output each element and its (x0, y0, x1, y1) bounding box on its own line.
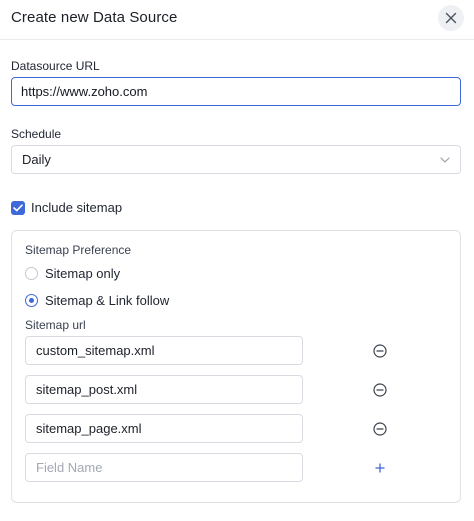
dialog-header: Create new Data Source (0, 0, 474, 40)
radio-sitemap-link-follow[interactable] (25, 294, 38, 307)
chevron-down-icon (440, 156, 450, 163)
include-sitemap-label: Include sitemap (31, 200, 123, 215)
include-sitemap-checkbox[interactable] (11, 200, 25, 215)
create-data-source-dialog: Create new Data Source Datasource URL Sc… (0, 0, 474, 521)
sitemap-preference-label: Sitemap Preference (25, 243, 132, 257)
radio-label-sitemap-link-follow: Sitemap & Link follow (45, 293, 170, 308)
new-sitemap-url-input[interactable] (25, 453, 303, 482)
radio-option-sitemap-only[interactable]: Sitemap only (25, 266, 120, 281)
datasource-url-input[interactable] (11, 77, 461, 106)
radio-label-sitemap-only: Sitemap only (45, 266, 121, 281)
sitemap-url-input[interactable] (25, 375, 303, 404)
sitemap-settings-panel: Sitemap Preference Sitemap only Sitemap … (11, 230, 461, 503)
sitemap-url-input[interactable] (25, 336, 303, 365)
remove-circle-icon (373, 344, 387, 358)
schedule-label: Schedule (11, 127, 62, 141)
include-sitemap-row[interactable]: Include sitemap (11, 200, 122, 215)
checkmark-icon (13, 203, 23, 211)
radio-sitemap-only[interactable] (25, 267, 38, 280)
schedule-select[interactable]: Daily (11, 145, 461, 174)
close-icon (445, 12, 457, 24)
remove-sitemap-url-button[interactable] (372, 421, 388, 437)
add-sitemap-url-button[interactable] (372, 460, 388, 476)
plus-icon (375, 463, 385, 473)
remove-sitemap-url-button[interactable] (372, 343, 388, 359)
sitemap-url-label: Sitemap url (25, 318, 86, 332)
dialog-title: Create new Data Source (11, 9, 178, 26)
schedule-selected-value: Daily (22, 152, 51, 167)
remove-sitemap-url-button[interactable] (372, 382, 388, 398)
datasource-url-label: Datasource URL (11, 59, 100, 73)
sitemap-url-input[interactable] (25, 414, 303, 443)
remove-circle-icon (373, 422, 387, 436)
radio-option-sitemap-link-follow[interactable]: Sitemap & Link follow (25, 293, 169, 308)
remove-circle-icon (373, 383, 387, 397)
close-button[interactable] (438, 5, 464, 31)
